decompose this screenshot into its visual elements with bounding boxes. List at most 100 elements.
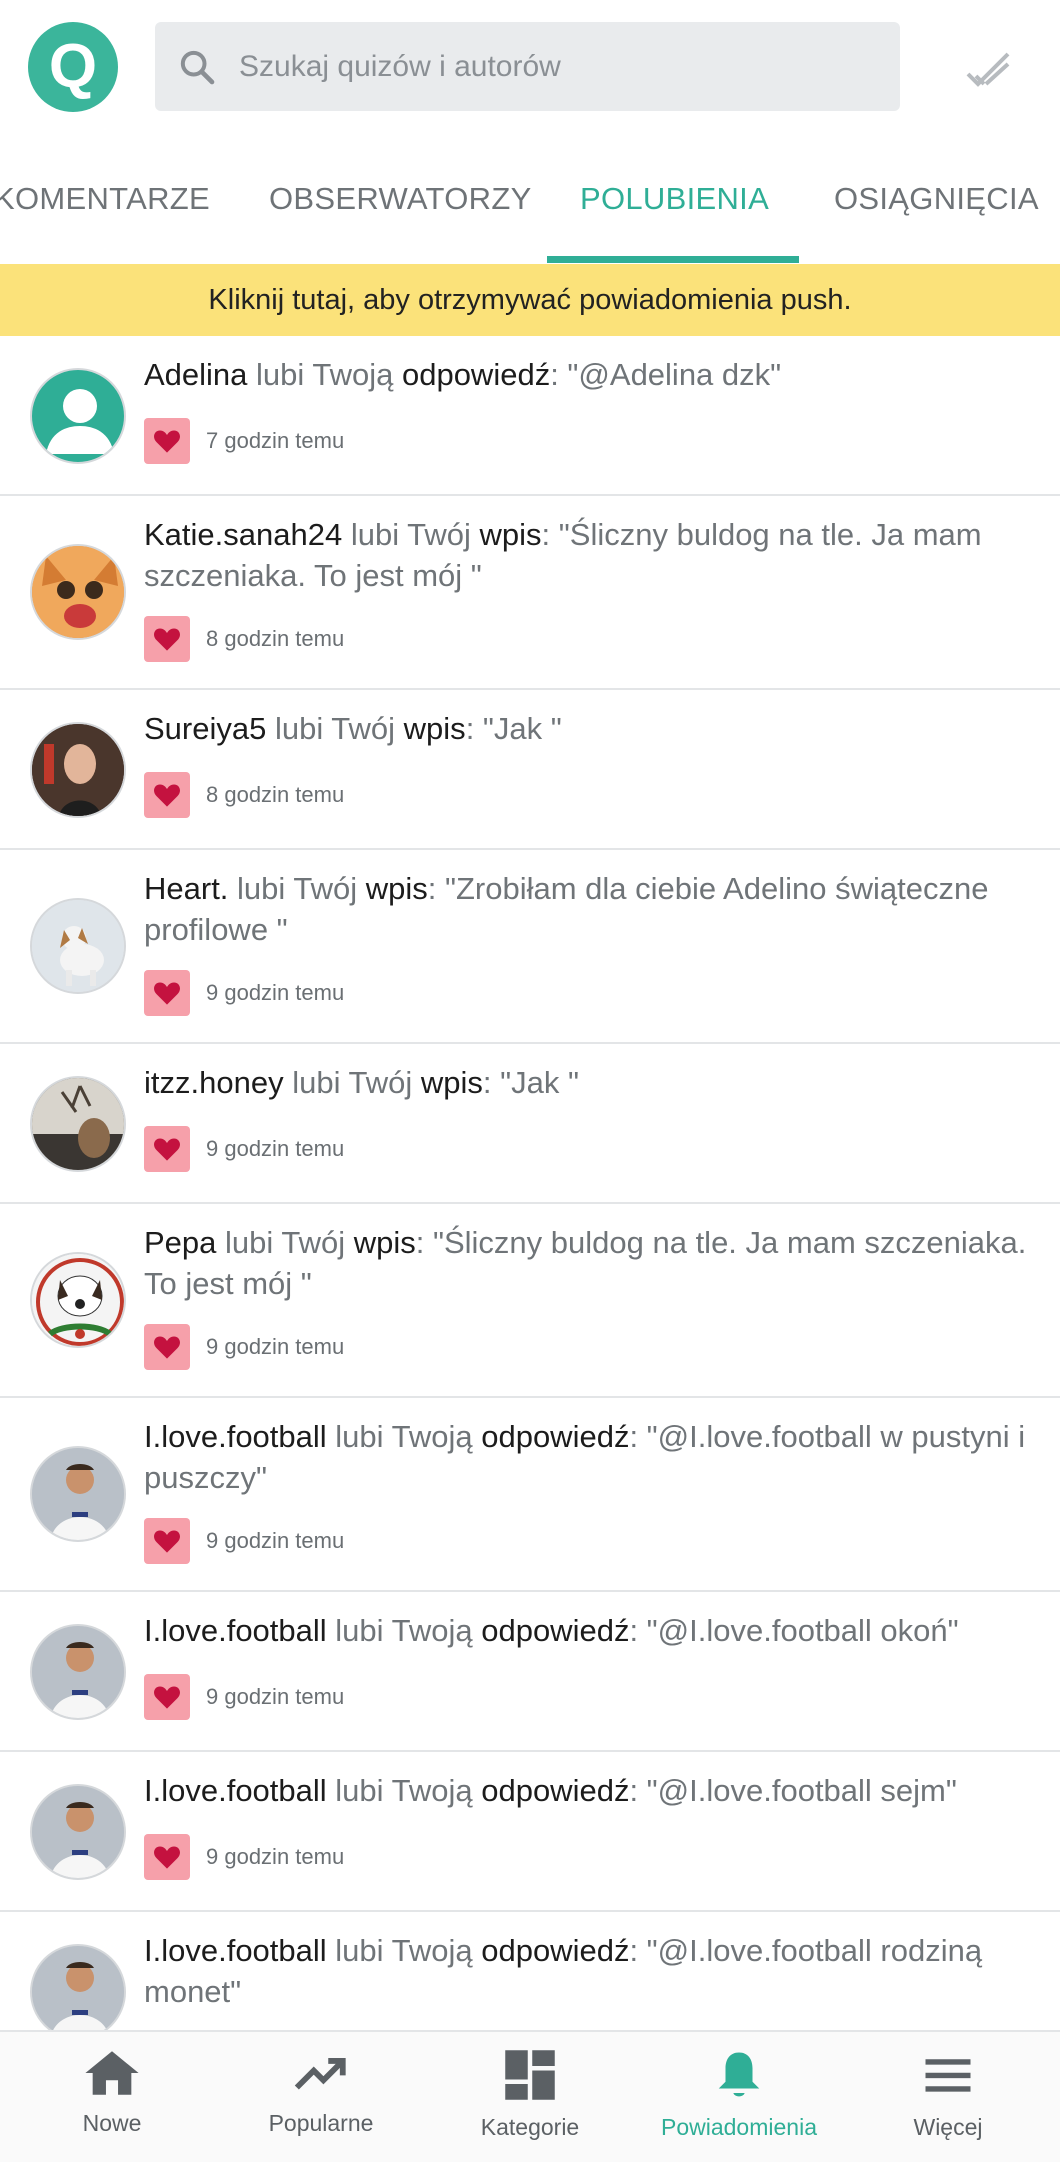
timestamp: 9 godzin temu <box>206 1844 345 1869</box>
tab-komentarze[interactable]: KOMENTARZE <box>0 134 210 264</box>
notification-text: itzz.honey lubi Twój wpis: "Jak " <box>144 1065 579 1100</box>
username: Heart. <box>144 871 229 906</box>
heart-icon <box>144 1324 190 1370</box>
username: I.love.football <box>144 1933 327 1968</box>
user-photo-icon <box>32 1078 124 1170</box>
username: Adelina <box>144 357 248 392</box>
timestamp: 8 godzin temu <box>206 626 345 651</box>
nav-nowe[interactable]: Nowe <box>6 2032 218 2162</box>
footballer-photo-icon <box>32 1626 124 1718</box>
notification-text: Heart. lubi Twój wpis: "Zrobiłam dla cie… <box>144 871 989 947</box>
cat-photo-icon <box>32 546 124 638</box>
mark-all-read-icon[interactable] <box>964 48 1012 96</box>
avatar[interactable] <box>30 368 126 464</box>
notification-meta: 7 godzin temu <box>144 418 344 464</box>
notification-text: Adelina lubi Twoją odpowiedź: "@Adelina … <box>144 357 782 392</box>
avatar[interactable] <box>30 1784 126 1880</box>
nav-label: Popularne <box>268 2110 374 2136</box>
list-item[interactable]: itzz.honey lubi Twój wpis: "Jak " 9 godz… <box>0 1044 1060 1204</box>
footballer-photo-icon <box>32 1448 124 1540</box>
timestamp: 8 godzin temu <box>206 782 345 807</box>
search-input[interactable]: Szukaj quizów i autorów <box>155 22 900 111</box>
list-item[interactable]: Sureiya5 lubi Twój wpis: "Jak " 8 godzin… <box>0 690 1060 850</box>
avatar[interactable] <box>30 722 126 818</box>
username: I.love.football <box>144 1613 327 1648</box>
nav-label: Nowe <box>82 2110 142 2136</box>
list-item[interactable]: Adelina lubi Twoją odpowiedź: "@Adelina … <box>0 336 1060 496</box>
nav-label: Powiadomienia <box>661 2114 817 2140</box>
tab-polubienia[interactable]: POLUBIENIA <box>580 134 769 264</box>
avatar[interactable] <box>30 1076 126 1172</box>
nav-kategorie[interactable]: Kategorie <box>424 2032 636 2162</box>
list-item[interactable]: I.love.football lubi Twoją odpowiedź: "@… <box>0 1592 1060 1752</box>
home-icon <box>85 2051 139 2095</box>
list-item[interactable]: I.love.football lubi Twoją odpowiedź: "@… <box>0 1398 1060 1592</box>
footballer-photo-icon <box>32 1786 124 1878</box>
list-item[interactable]: Pepa lubi Twój wpis: "Śliczny buldog na … <box>0 1204 1060 1398</box>
dog-photo-icon <box>32 900 124 992</box>
notification-text: I.love.football lubi Twoją odpowiedź: "@… <box>144 1613 959 1648</box>
default-user-icon <box>46 389 114 454</box>
notification-text: Sureiya5 lubi Twój wpis: "Jak " <box>144 711 562 746</box>
list-item[interactable]: I.love.football lubi Twoją odpowiedź: "@… <box>0 1752 1060 1912</box>
heart-icon <box>144 616 190 662</box>
nav-label: Kategorie <box>480 2114 580 2140</box>
bell-icon <box>718 2052 760 2097</box>
timestamp: 9 godzin temu <box>206 1684 345 1709</box>
nav-popularne[interactable]: Popularne <box>215 2032 427 2162</box>
avatar[interactable] <box>30 1252 126 1348</box>
list-item[interactable]: Heart. lubi Twój wpis: "Zrobiłam dla cie… <box>0 850 1060 1044</box>
notification-text: I.love.football lubi Twoją odpowiedź: "@… <box>144 1773 957 1808</box>
notification-meta: 9 godzin temu <box>144 970 344 1016</box>
avatar[interactable] <box>30 1624 126 1720</box>
nav-label: Więcej <box>913 2114 983 2140</box>
username: I.love.football <box>144 1773 327 1808</box>
notification-meta: 9 godzin temu <box>144 1126 344 1172</box>
app-header: Q Szukaj quizów i autorów <box>0 0 1060 134</box>
avatar[interactable] <box>30 1446 126 1542</box>
heart-icon <box>144 1518 190 1564</box>
avatar[interactable] <box>30 898 126 994</box>
app-logo[interactable]: Q <box>28 22 118 112</box>
username: I.love.football <box>144 1419 327 1454</box>
tab-obserwatorzy[interactable]: OBSERWATORZY <box>269 134 532 264</box>
notification-meta: 9 godzin temu <box>144 1518 344 1564</box>
footballer-photo-icon <box>32 1946 124 2038</box>
timestamp: 9 godzin temu <box>206 1528 345 1553</box>
nav-wiecej[interactable]: Więcej <box>842 2032 1054 2162</box>
trending-icon <box>294 2058 346 2090</box>
heart-icon <box>144 772 190 818</box>
heart-icon <box>144 418 190 464</box>
notification-text: I.love.football lubi Twoją odpowiedź: "@… <box>144 1933 983 2009</box>
timestamp: 9 godzin temu <box>206 1136 345 1161</box>
search-icon <box>180 50 215 84</box>
heart-icon <box>144 970 190 1016</box>
username: Katie.sanah24 <box>144 517 343 552</box>
heart-icon <box>144 1834 190 1880</box>
bottom-navigation: Nowe Popularne Kategorie Powiadomienia W… <box>0 2030 1060 2162</box>
logo-letter: Q <box>48 32 98 101</box>
notification-meta: 8 godzin temu <box>144 616 344 662</box>
notification-meta: 9 godzin temu <box>144 1834 344 1880</box>
menu-icon <box>925 2059 971 2092</box>
timestamp: 9 godzin temu <box>206 1334 345 1359</box>
username: Pepa <box>144 1225 217 1260</box>
avatar[interactable] <box>30 544 126 640</box>
push-notification-banner[interactable]: Kliknij tutaj, aby otrzymywać powiadomie… <box>0 264 1060 336</box>
notification-text: I.love.football lubi Twoją odpowiedź: "@… <box>144 1419 1026 1495</box>
tab-osiagniecia[interactable]: OSIĄGNIĘCIA <box>834 134 1039 264</box>
timestamp: 7 godzin temu <box>206 428 345 453</box>
nav-powiadomienia[interactable]: Powiadomienia <box>633 2032 845 2162</box>
active-tab-indicator <box>547 256 799 263</box>
categories-icon <box>505 2050 555 2100</box>
banner-text: Kliknij tutaj, aby otrzymywać powiadomie… <box>208 283 852 316</box>
notification-text: Pepa lubi Twój wpis: "Śliczny buldog na … <box>144 1225 1027 1301</box>
user-photo-icon <box>32 724 124 816</box>
search-placeholder: Szukaj quizów i autorów <box>239 49 561 83</box>
list-item[interactable]: Katie.sanah24 lubi Twój wpis: "Śliczny b… <box>0 496 1060 690</box>
username: Sureiya5 <box>144 711 267 746</box>
bulldog-photo-icon <box>32 1254 124 1346</box>
avatar[interactable] <box>30 1944 126 2040</box>
notification-text: Katie.sanah24 lubi Twój wpis: "Śliczny b… <box>144 517 982 593</box>
timestamp: 9 godzin temu <box>206 980 345 1005</box>
